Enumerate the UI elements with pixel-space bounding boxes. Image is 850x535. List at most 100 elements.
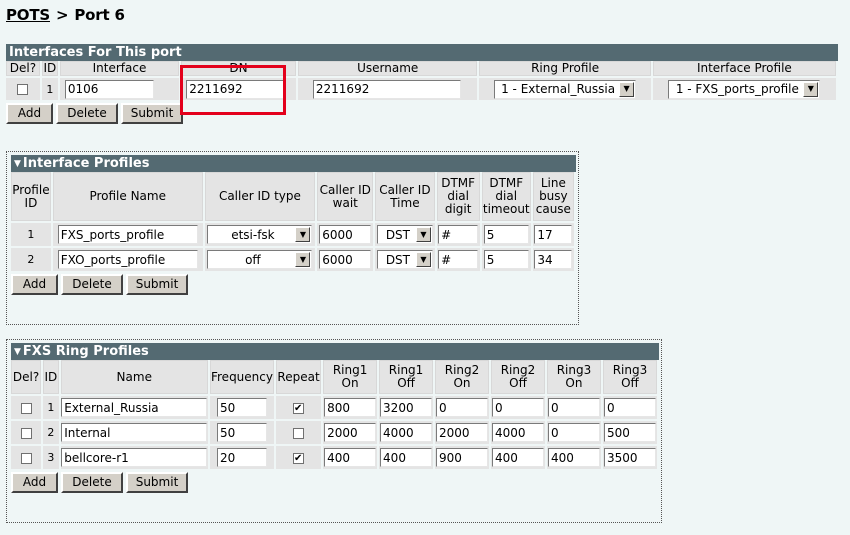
delete-checkbox[interactable] [20,427,32,439]
ring3-off-input[interactable] [603,423,656,442]
caller-id-type-select[interactable]: etsi-fsk ▼ [207,225,313,244]
line-busy-cause-input[interactable] [534,225,573,244]
caller-id-wait-input[interactable] [319,250,372,269]
submit-button[interactable]: Submit [121,103,183,124]
repeat-checkbox[interactable] [293,452,305,464]
line-busy-cause-cell [532,223,574,246]
ring1-off-input[interactable] [380,423,433,442]
ring3-off-input[interactable] [603,398,656,417]
dtmf-digit-input[interactable] [438,225,479,244]
ring3-on-cell [546,446,601,469]
ring2-on-cell [435,421,489,444]
add-button[interactable]: Add [11,274,58,295]
ring-name-input[interactable] [61,398,208,417]
dtmf-digit-input[interactable] [438,250,479,269]
caller-id-type-select[interactable]: off ▼ [207,250,313,269]
profile-name-input[interactable] [57,250,198,269]
caller-id-time-select[interactable]: DST ▼ [376,225,433,244]
delete-button[interactable]: Delete [56,103,118,124]
ring-profiles-header-row: Del? ID Name Frequency Repeat Ring1 On Ri… [11,360,657,394]
repeat-cell [275,446,322,469]
del-cell [11,396,42,419]
ring1-off-input[interactable] [380,448,433,467]
col-ring1-on: Ring1 On [323,360,378,394]
frequency-cell [209,446,274,469]
delete-button[interactable]: Delete [61,274,123,295]
col-dtmf-dial-digit: DTMF dial digit [436,172,480,221]
ring1-on-input[interactable] [324,398,377,417]
frequency-input[interactable] [216,423,267,442]
dtmf-timeout-input[interactable] [483,250,529,269]
caller-id-type-cell: etsi-fsk ▼ [204,223,316,246]
col-id: ID [43,360,59,394]
interfaces-header-row: Del? ID Interface DN Username Ring Profi… [6,61,836,76]
ring1-on-input[interactable] [324,448,377,467]
ring-name-input[interactable] [61,423,208,442]
col-id: ID [41,61,58,76]
col-del: Del? [6,61,40,76]
line-busy-cause-input[interactable] [534,250,573,269]
ring1-off-cell [379,396,434,419]
col-ring1-off: Ring1 Off [379,360,434,394]
submit-button[interactable]: Submit [126,274,188,295]
delete-checkbox[interactable] [20,452,32,464]
frequency-cell [209,421,274,444]
col-ring2-on: Ring2 On [435,360,489,394]
frequency-input[interactable] [216,398,267,417]
ring1-on-cell [323,421,378,444]
caller-id-time-select[interactable]: DST ▼ [376,250,433,269]
col-interface-profile: Interface Profile [652,61,836,76]
col-frequency: Frequency [209,360,274,394]
col-profile-name: Profile Name [52,172,203,221]
interface-profile-value: 1 - FXS_ports_profile [675,82,799,96]
ring-name-input[interactable] [61,448,208,467]
interface-profile-select[interactable]: 1 - FXS_ports_profile ▼ [668,79,821,99]
add-button[interactable]: Add [11,472,58,493]
add-button[interactable]: Add [6,103,53,124]
ring2-off-cell [491,396,545,419]
submit-button[interactable]: Submit [126,472,188,493]
ring1-on-input[interactable] [324,423,377,442]
col-dn: DN [181,61,296,76]
ring2-on-input[interactable] [436,398,489,417]
dtmf-timeout-input[interactable] [483,225,529,244]
repeat-checkbox[interactable] [293,427,305,439]
chevron-down-icon: ▼ [619,81,635,97]
row-id: 1 [41,78,58,100]
ring2-on-input[interactable] [436,423,489,442]
ring2-off-input[interactable] [491,423,544,442]
ring3-on-input[interactable] [547,448,600,467]
ring1-on-cell [323,396,378,419]
ring2-on-input[interactable] [436,448,489,467]
frequency-input[interactable] [216,448,267,467]
delete-checkbox[interactable] [17,84,29,95]
ring3-on-input[interactable] [547,398,600,417]
chevron-down-icon: ▼ [415,227,431,242]
dn-input[interactable] [186,79,285,99]
ring-profiles-buttons: Add Delete Submit [11,472,659,493]
interface-input[interactable] [64,79,154,99]
interface-profile-cell: 1 - FXS_ports_profile ▼ [652,78,836,100]
caller-id-wait-input[interactable] [319,225,372,244]
ring-profile-select[interactable]: 1 - External_Russia ▼ [494,79,637,99]
ring-profiles-section: ▼ FXS Ring Profiles Del? ID Name Frequenc… [11,343,659,493]
col-interface: Interface [59,61,180,76]
delete-checkbox[interactable] [20,402,32,414]
username-input[interactable] [312,79,461,99]
table-row: 2 off ▼ DST ▼ [11,248,574,271]
delete-button[interactable]: Delete [61,472,123,493]
profile-name-input[interactable] [57,225,198,244]
interfaces-buttons: Add Delete Submit [6,103,838,124]
ring1-off-input[interactable] [380,398,433,417]
col-caller-id-time: Caller ID Time [375,172,435,221]
ring3-on-input[interactable] [547,423,600,442]
caller-id-time-value: DST [385,227,410,242]
ring2-off-input[interactable] [491,448,544,467]
profile-id: 1 [11,223,51,246]
breadcrumb-pots-link[interactable]: POTS [6,6,50,24]
repeat-checkbox[interactable] [293,402,305,414]
ring3-off-input[interactable] [603,448,656,467]
ring2-off-input[interactable] [491,398,544,417]
del-cell [6,78,40,100]
ring3-off-cell [602,446,657,469]
